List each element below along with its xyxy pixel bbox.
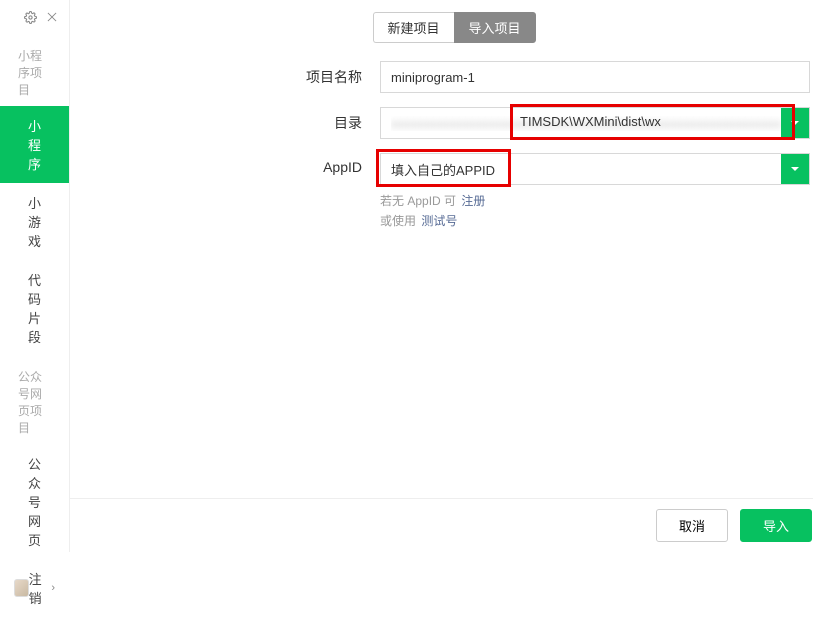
label-project-name: 项目名称 (70, 61, 380, 87)
tab-new-project[interactable]: 新建项目 (373, 12, 454, 43)
logout-label: 注销 (29, 569, 48, 607)
avatar[interactable] (14, 579, 29, 597)
close-icon[interactable] (45, 10, 59, 27)
register-link[interactable]: 注册 (461, 194, 485, 208)
project-name-input[interactable]: miniprogram-1 (380, 61, 810, 93)
appid-value: 填入自己的APPID (391, 160, 781, 179)
label-directory: 目录 (70, 107, 380, 133)
directory-visible-text: TIMSDK\WXMini\dist\wx (520, 114, 661, 129)
directory-dropdown-button[interactable] (781, 108, 809, 138)
nav-miniprogram[interactable]: 小程序 (0, 106, 69, 183)
nav-oa-web[interactable]: 公众号网页 (0, 444, 69, 559)
tab-import-project[interactable]: 导入项目 (454, 12, 536, 43)
chevron-right-icon: › (51, 582, 55, 594)
nav-minigame[interactable]: 小游戏 (0, 183, 69, 260)
section-title-miniprogram: 小程序项目 (0, 35, 69, 106)
section-title-oa: 公众号网页项目 (0, 356, 69, 444)
main-panel: 新建项目 导入项目 项目名称 miniprogram-1 目录 xxxxxxxx… (70, 0, 813, 552)
settings-icon[interactable] (24, 11, 37, 27)
project-name-value: miniprogram-1 (391, 70, 799, 85)
appid-dropdown-button[interactable] (781, 154, 809, 184)
hint-or-use: 或使用 (380, 214, 416, 228)
hint-no-appid: 若无 AppID 可 (380, 194, 456, 208)
label-appid: AppID (70, 153, 380, 175)
cancel-button[interactable]: 取消 (656, 509, 728, 542)
appid-input[interactable]: 填入自己的APPID (380, 153, 810, 185)
import-button[interactable]: 导入 (740, 509, 812, 542)
logout-link[interactable]: 注销 › (29, 569, 55, 607)
nav-snippet[interactable]: 代码片段 (0, 260, 69, 356)
sidebar: 小程序项目 小程序 小游戏 代码片段 公众号网页项目 公众号网页 注销 › (0, 0, 70, 552)
test-account-link[interactable]: 测试号 (421, 214, 457, 228)
